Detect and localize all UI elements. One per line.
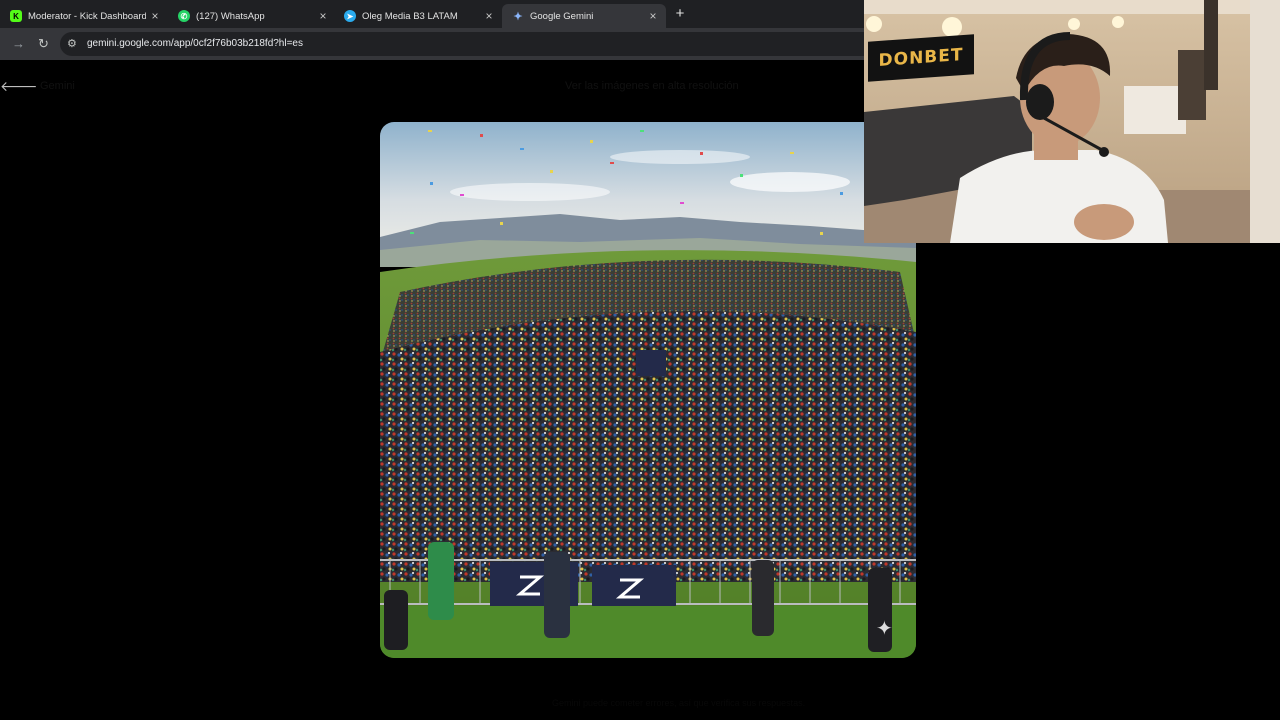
tab-telegram[interactable]: ➤ Oleg Media B3 LATAM × bbox=[334, 4, 502, 28]
new-tab-button[interactable]: + bbox=[673, 5, 687, 22]
kick-icon: K bbox=[10, 10, 22, 22]
reload-icon[interactable]: ↻ bbox=[38, 36, 49, 52]
url-text: gemini.google.com/app/0cf2f76b03b218fd?h… bbox=[87, 38, 303, 49]
webcam-overlay: DONBET bbox=[864, 0, 1280, 243]
gemini-icon: ✦ bbox=[513, 10, 523, 23]
tab-whatsapp[interactable]: ✆ (127) WhatsApp × bbox=[168, 4, 336, 28]
telegram-icon: ➤ bbox=[344, 10, 356, 22]
tab-title: (127) WhatsApp bbox=[196, 10, 265, 22]
close-tab-icon[interactable]: × bbox=[314, 9, 332, 23]
tab-title: Google Gemini bbox=[530, 10, 594, 22]
tab-google-gemini[interactable]: ✦ Google Gemini × bbox=[502, 4, 666, 28]
tab-kick-dashboard[interactable]: K Moderator - Kick Dashboard × bbox=[0, 4, 168, 28]
close-tab-icon[interactable]: × bbox=[644, 9, 662, 23]
tab-title: Oleg Media B3 LATAM bbox=[362, 10, 458, 22]
page-title: Gemini bbox=[40, 80, 75, 92]
close-tab-icon[interactable]: × bbox=[146, 9, 164, 23]
generated-image[interactable] bbox=[380, 122, 916, 658]
tab-title: Moderator - Kick Dashboard bbox=[28, 10, 146, 22]
disclaimer-text: Gemini puede cometer errores, así que ve… bbox=[552, 698, 806, 708]
arrow-left-icon[interactable]: 🡐 bbox=[0, 78, 38, 95]
sparkle-icon: ✦ bbox=[876, 618, 893, 640]
banner-text: DONBET bbox=[878, 45, 964, 71]
forward-icon[interactable]: → bbox=[12, 36, 25, 52]
image-view-title: Ver las imágenes en alta resolución bbox=[565, 80, 739, 92]
site-info-icon[interactable]: ⚙ bbox=[67, 37, 77, 50]
close-tab-icon[interactable]: × bbox=[480, 9, 498, 23]
sponsor-banner: DONBET bbox=[868, 34, 974, 82]
whatsapp-icon: ✆ bbox=[178, 10, 190, 22]
